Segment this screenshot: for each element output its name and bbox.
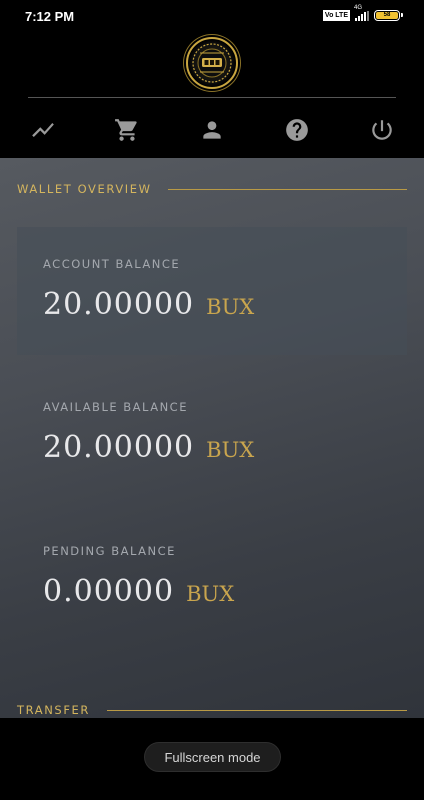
power-icon (372, 120, 392, 140)
pending-balance-label: PENDING BALANCE (43, 544, 176, 558)
available-balance-card: AVAILABLE BALANCE 20.00000 BUX (17, 370, 407, 498)
account-balance-unit: BUX (206, 295, 255, 319)
volte-icon: Vo LTE (322, 10, 350, 21)
account-balance-label: ACCOUNT BALANCE (43, 257, 181, 271)
pending-balance-unit: BUX (186, 582, 235, 606)
brand-logo[interactable] (186, 37, 238, 89)
app-header (0, 32, 424, 158)
pending-balance-value: 0.00000 BUX (43, 574, 234, 609)
logo-emblem-icon (192, 43, 232, 83)
fullscreen-mode-button[interactable]: Fullscreen mode (144, 742, 281, 772)
bottom-bar: Fullscreen mode (0, 718, 424, 800)
battery-level: 58 (376, 12, 398, 19)
available-balance-amount: 20.00000 (43, 430, 195, 465)
account-balance-card: ACCOUNT BALANCE 20.00000 BUX (17, 227, 407, 355)
nav-profile-button[interactable] (194, 112, 230, 148)
transfer-divider (107, 710, 407, 711)
battery-icon: 58 (374, 10, 403, 21)
status-bar: 7:12 PM Vo LTE 4G 58 (0, 0, 424, 32)
nav-cart-button[interactable] (109, 112, 145, 148)
pending-balance-card: PENDING BALANCE 0.00000 BUX (17, 514, 407, 642)
account-balance-amount: 20.00000 (43, 287, 195, 322)
status-icons: Vo LTE 4G 58 (322, 5, 403, 21)
pending-balance-amount: 0.00000 (43, 574, 175, 609)
account-balance-value: 20.00000 BUX (43, 287, 254, 322)
available-balance-label: AVAILABLE BALANCE (43, 400, 188, 414)
signal-icon: 4G (354, 5, 369, 21)
nav-chart-button[interactable] (25, 112, 61, 148)
available-balance-unit: BUX (206, 438, 255, 462)
cart-icon (115, 119, 137, 141)
header-divider (28, 97, 396, 98)
person-icon (203, 121, 221, 139)
chart-icon (32, 122, 54, 138)
help-icon (286, 119, 308, 141)
nav-help-button[interactable] (279, 112, 315, 148)
status-time: 7:12 PM (25, 9, 75, 24)
wallet-overview-title: WALLET OVERVIEW (17, 182, 152, 196)
wallet-overview-divider (168, 189, 407, 190)
nav-logout-button[interactable] (364, 112, 400, 148)
wallet-content[interactable]: WALLET OVERVIEW ACCOUNT BALANCE 20.00000… (0, 158, 424, 718)
network-type: 4G (354, 4, 363, 11)
transfer-title: TRANSFER (17, 703, 90, 717)
top-nav (0, 112, 424, 148)
available-balance-value: 20.00000 BUX (43, 430, 254, 465)
